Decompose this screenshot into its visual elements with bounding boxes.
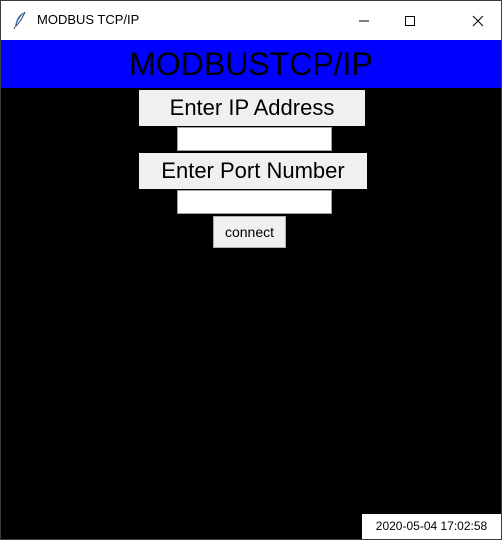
ip-address-input[interactable]	[177, 127, 332, 151]
maximize-icon	[405, 16, 415, 26]
minimize-icon	[359, 20, 369, 22]
close-icon	[472, 15, 484, 27]
connect-button[interactable]: connect	[213, 216, 286, 248]
port-number-input[interactable]	[177, 190, 332, 214]
app-window: MODBUS TCP/IP MODBUSTCP/IP Enter IP Addr…	[0, 0, 502, 540]
minimize-button[interactable]	[341, 1, 387, 40]
header-banner: MODBUSTCP/IP	[1, 40, 501, 88]
close-button[interactable]	[455, 1, 501, 40]
ip-address-label: Enter IP Address	[139, 90, 365, 126]
window-title: MODBUS TCP/IP	[37, 12, 140, 27]
port-number-label: Enter Port Number	[139, 153, 367, 189]
feather-icon	[13, 11, 27, 30]
title-bar[interactable]: MODBUS TCP/IP	[1, 1, 501, 40]
maximize-button[interactable]	[387, 1, 433, 40]
timestamp-label: 2020-05-04 17:02:58	[362, 514, 501, 539]
